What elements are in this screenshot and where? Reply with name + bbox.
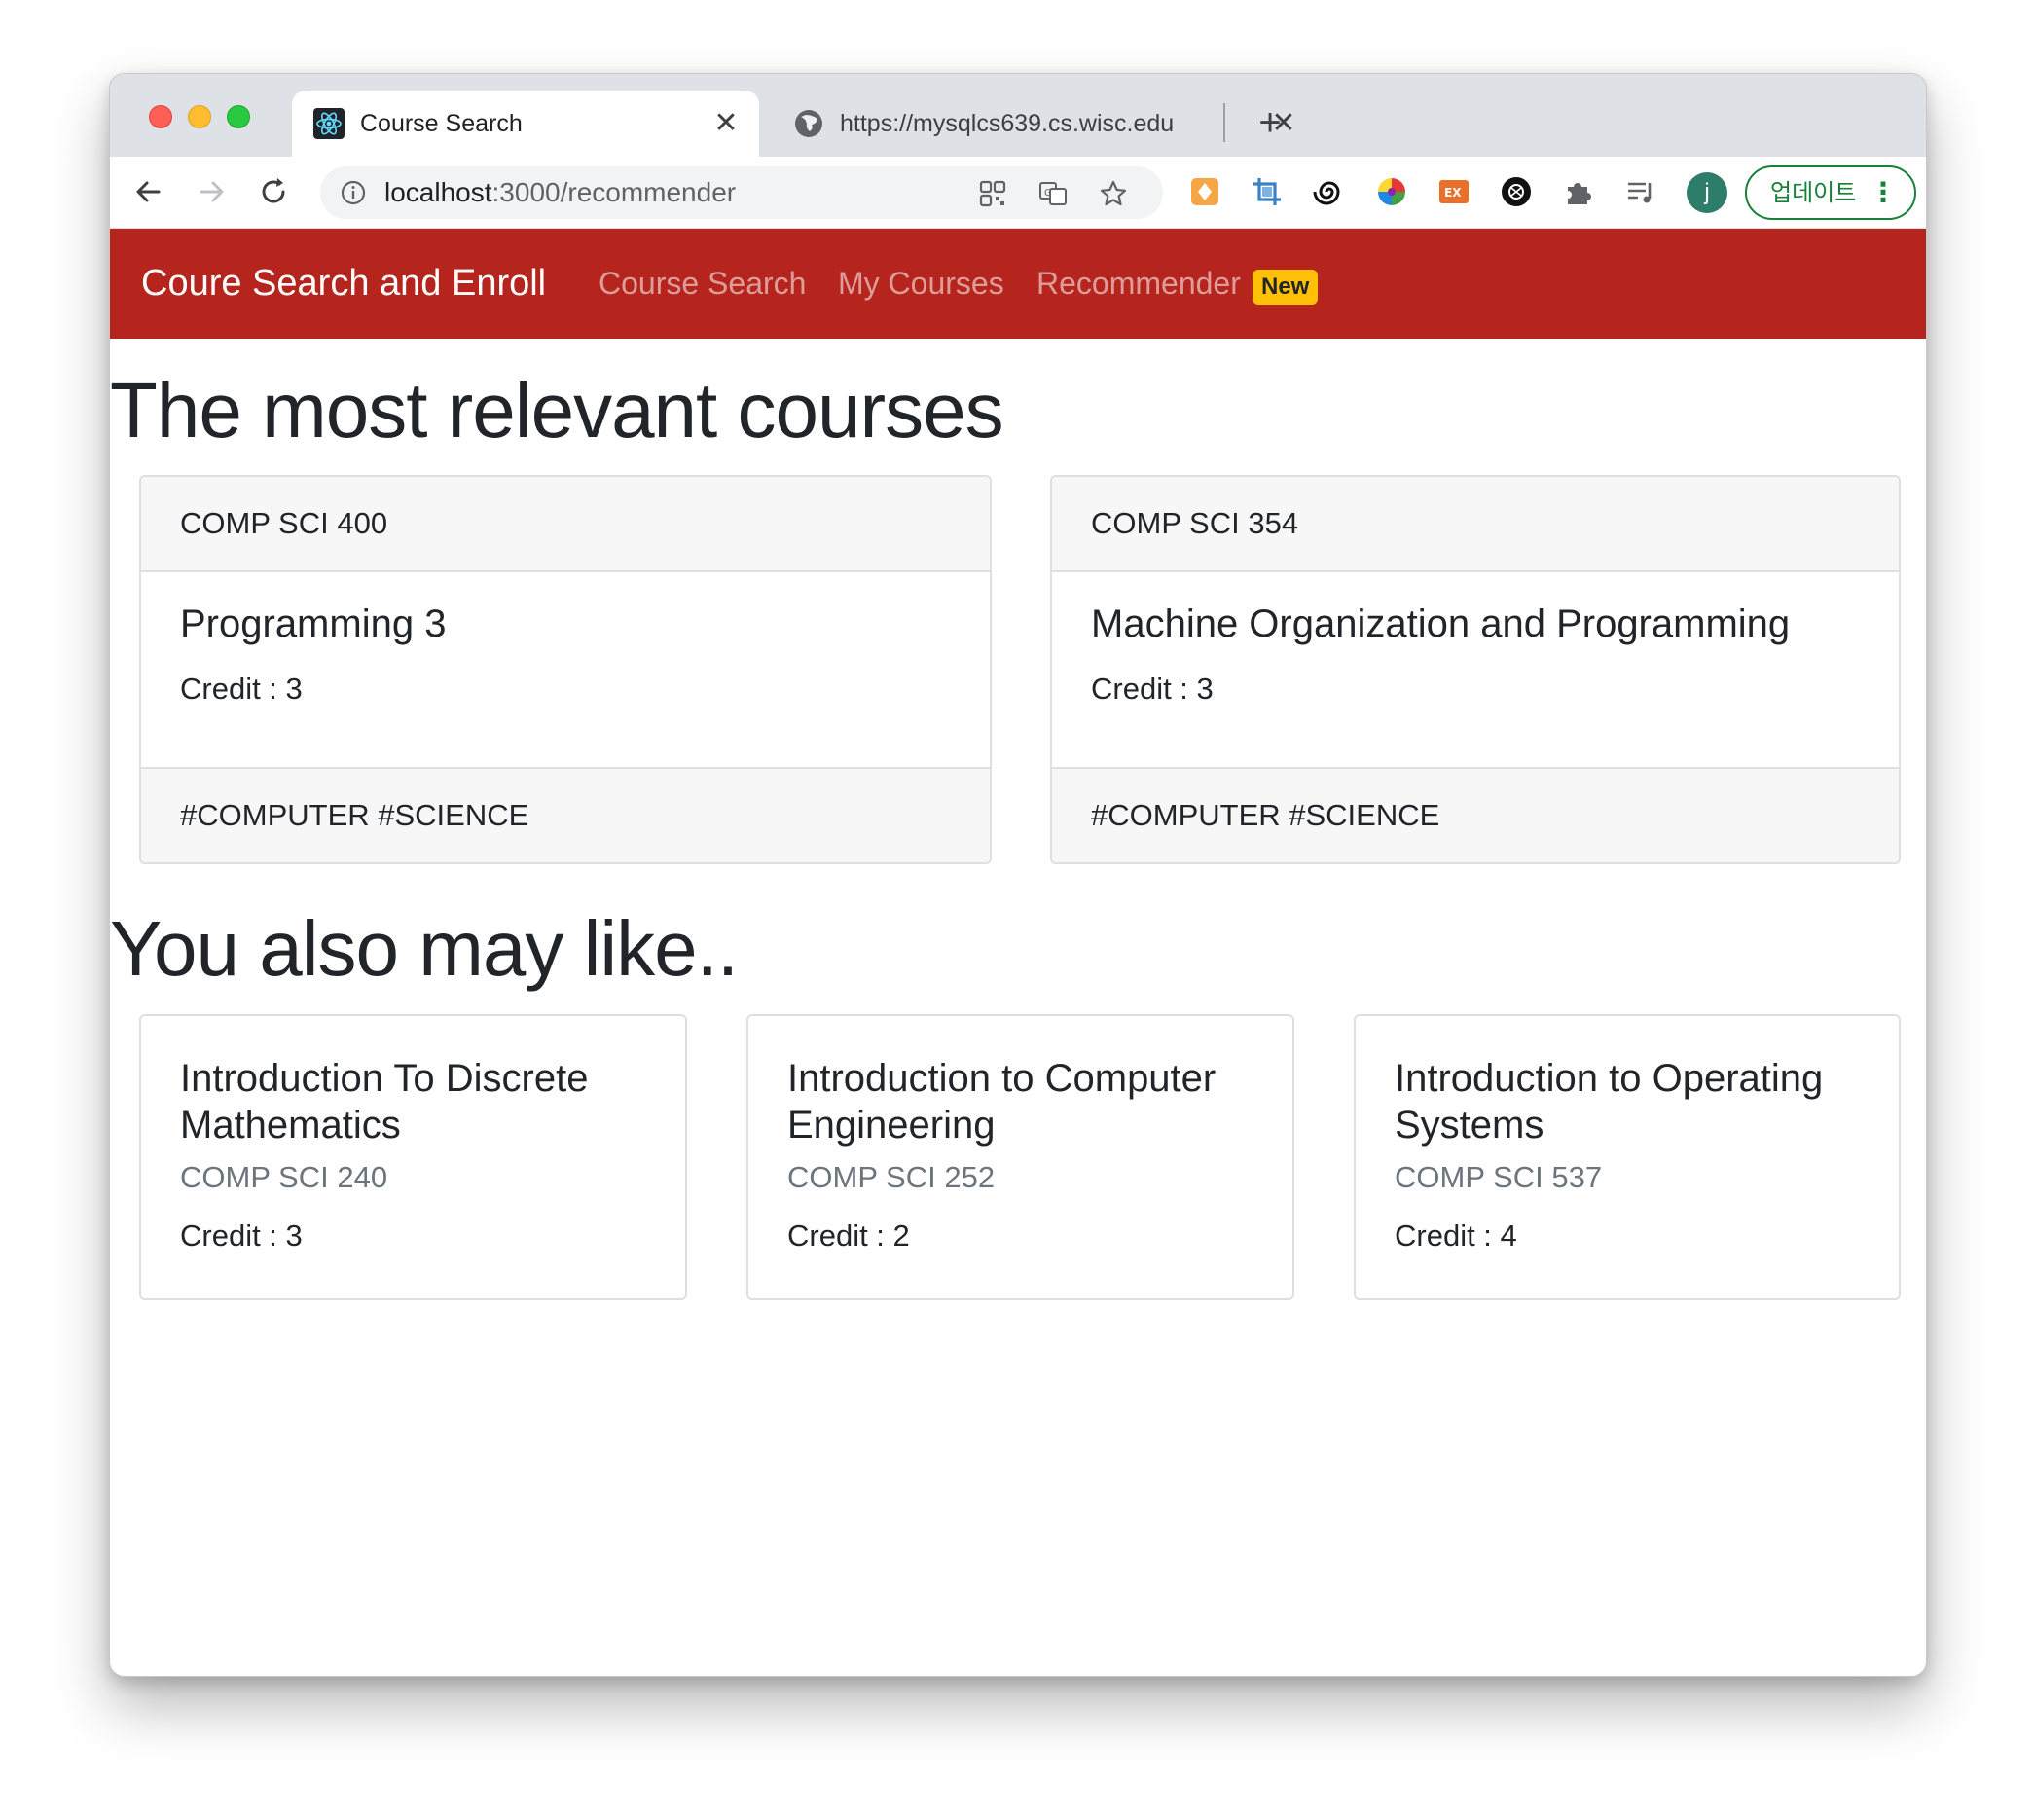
course-title-line2: Engineering: [787, 1104, 996, 1147]
course-code: COMP SCI 252: [787, 1160, 996, 1194]
maximize-window-button[interactable]: [227, 105, 250, 128]
extension-orange-icon[interactable]: [1188, 175, 1221, 208]
course-title: Machine Organization and Programming: [1091, 602, 1791, 645]
relevant-course-card[interactable]: COMP SCI 354 Machine Organization and Pr…: [1050, 475, 1901, 864]
new-tab-button[interactable]: +: [1249, 101, 1291, 144]
url-text: localhost:3000/recommender: [384, 166, 736, 219]
course-credit: Credit : 4: [1395, 1219, 1517, 1253]
address-bar[interactable]: localhost:3000/recommender G: [320, 166, 1163, 219]
globe-icon: [795, 110, 822, 137]
update-label: 업데이트: [1770, 179, 1857, 206]
info-icon[interactable]: [340, 179, 367, 206]
relevant-courses-heading: The most relevant courses: [110, 367, 1004, 454]
extension-color-wheel-icon[interactable]: [1375, 175, 1408, 208]
tab-title: https://mysqlcs639.cs.wisc.edu: [840, 109, 1175, 137]
navbar-brand[interactable]: Coure Search and Enroll: [141, 229, 546, 339]
more-menu-icon: ⋮: [1870, 176, 1897, 208]
course-title-line1: Introduction To Discrete: [180, 1057, 589, 1100]
course-code: COMP SCI 400: [141, 477, 990, 572]
course-tags: #COMPUTER #SCIENCE: [1052, 767, 1899, 862]
translate-icon[interactable]: G: [1038, 179, 1068, 208]
suggested-course-card[interactable]: Introduction To Discrete Mathematics COM…: [139, 1014, 687, 1300]
nav-link-recommender[interactable]: Recommender: [1036, 229, 1241, 339]
tab-strip: Course Search ✕ https://mysqlcs639.cs.wi…: [110, 74, 1926, 157]
tab-mysql[interactable]: https://mysqlcs639.cs.wisc.edu ✕: [772, 91, 1317, 157]
react-icon: [313, 108, 345, 139]
minimize-window-button[interactable]: [188, 105, 211, 128]
app-navbar: Coure Search and Enroll Course Search My…: [110, 229, 1926, 339]
svg-text:G: G: [1044, 188, 1052, 199]
close-window-button[interactable]: [149, 105, 172, 128]
tab-course-search[interactable]: Course Search ✕: [292, 91, 759, 157]
tab-title: Course Search: [360, 109, 523, 137]
extension-spiral-icon[interactable]: [1313, 175, 1346, 208]
course-code: COMP SCI 354: [1052, 477, 1899, 572]
course-credit: Credit : 3: [180, 672, 303, 706]
nav-link-my-courses[interactable]: My Courses: [838, 229, 1004, 339]
extension-openai-icon[interactable]: [1500, 175, 1533, 208]
course-title-line2: Mathematics: [180, 1104, 401, 1147]
course-code: COMP SCI 240: [180, 1160, 388, 1194]
suggested-course-card[interactable]: Introduction to Operating Systems COMP S…: [1354, 1014, 1901, 1300]
nav-link-course-search[interactable]: Course Search: [599, 229, 806, 339]
suggested-course-card[interactable]: Introduction to Computer Engineering COM…: [746, 1014, 1294, 1300]
relevant-course-card[interactable]: COMP SCI 400 Programming 3 Credit : 3 #C…: [139, 475, 992, 864]
course-credit: Credit : 2: [787, 1219, 910, 1253]
url-path: :3000/recommender: [491, 177, 737, 207]
tab-separator: [1223, 103, 1225, 142]
back-icon[interactable]: [129, 172, 168, 211]
forward-icon[interactable]: [192, 172, 231, 211]
course-tags: #COMPUTER #SCIENCE: [141, 767, 990, 862]
course-title-line1: Introduction to Computer: [787, 1057, 1217, 1100]
browser-toolbar: localhost:3000/recommender G EX j 업데이트 ⋮: [110, 157, 1926, 229]
qr-code-icon[interactable]: [978, 179, 1007, 208]
close-tab-icon[interactable]: ✕: [710, 108, 742, 139]
browser-window: Course Search ✕ https://mysqlcs639.cs.wi…: [109, 73, 1927, 1677]
course-title-line2: Systems: [1395, 1104, 1544, 1147]
course-code: COMP SCI 537: [1395, 1160, 1603, 1194]
also-like-heading: You also may like..: [110, 905, 739, 992]
reload-icon[interactable]: [254, 172, 293, 211]
course-credit: Credit : 3: [1091, 672, 1214, 706]
url-host: localhost: [384, 177, 492, 207]
course-title-line1: Introduction to Operating: [1395, 1057, 1824, 1100]
course-title: Programming 3: [180, 602, 447, 645]
course-credit: Credit : 3: [180, 1219, 303, 1253]
new-badge: New: [1253, 270, 1319, 305]
extension-crop-icon[interactable]: [1251, 175, 1284, 208]
bookmark-star-icon[interactable]: [1099, 179, 1128, 208]
media-control-icon[interactable]: [1624, 175, 1657, 208]
update-button[interactable]: 업데이트 ⋮: [1745, 165, 1916, 220]
extension-ex-icon[interactable]: EX: [1437, 175, 1471, 208]
svg-text:EX: EX: [1444, 186, 1462, 200]
extensions-puzzle-icon[interactable]: [1562, 175, 1595, 208]
profile-avatar[interactable]: j: [1687, 172, 1727, 213]
